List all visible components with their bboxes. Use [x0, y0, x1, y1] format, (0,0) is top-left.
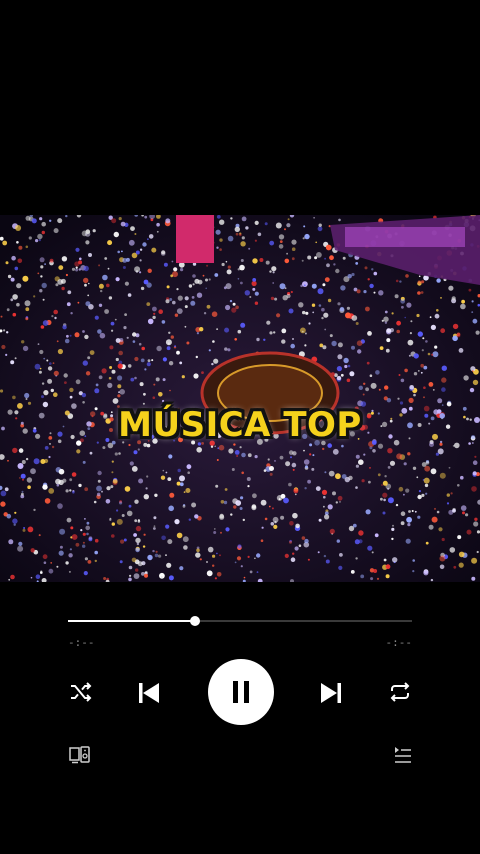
shuffle-icon	[71, 682, 92, 702]
repeat-icon	[390, 682, 410, 702]
album-artwork	[0, 215, 480, 582]
pause-icon	[233, 681, 249, 703]
seek-bar-fill	[68, 620, 196, 622]
event-banner	[176, 215, 214, 263]
remaining-time: -:--	[385, 636, 413, 649]
repeat-button[interactable]	[385, 678, 415, 706]
seek-bar-thumb[interactable]	[190, 616, 201, 626]
connect-device-button[interactable]	[68, 744, 92, 766]
elapsed-time: -:--	[68, 636, 95, 649]
next-button[interactable]	[316, 678, 346, 708]
track-title-overlay: MÚSICA TOP	[118, 405, 362, 445]
previous-button[interactable]	[134, 678, 164, 708]
play-pause-button[interactable]	[208, 659, 274, 725]
queue-icon	[395, 747, 411, 763]
connect-device-icon	[69, 746, 90, 764]
skip-previous-icon	[139, 683, 159, 703]
shuffle-button[interactable]	[66, 678, 96, 706]
concert-crowd-image	[0, 215, 480, 582]
seek-bar[interactable]	[68, 616, 412, 626]
queue-button[interactable]	[392, 744, 414, 766]
skip-next-icon	[321, 683, 341, 703]
